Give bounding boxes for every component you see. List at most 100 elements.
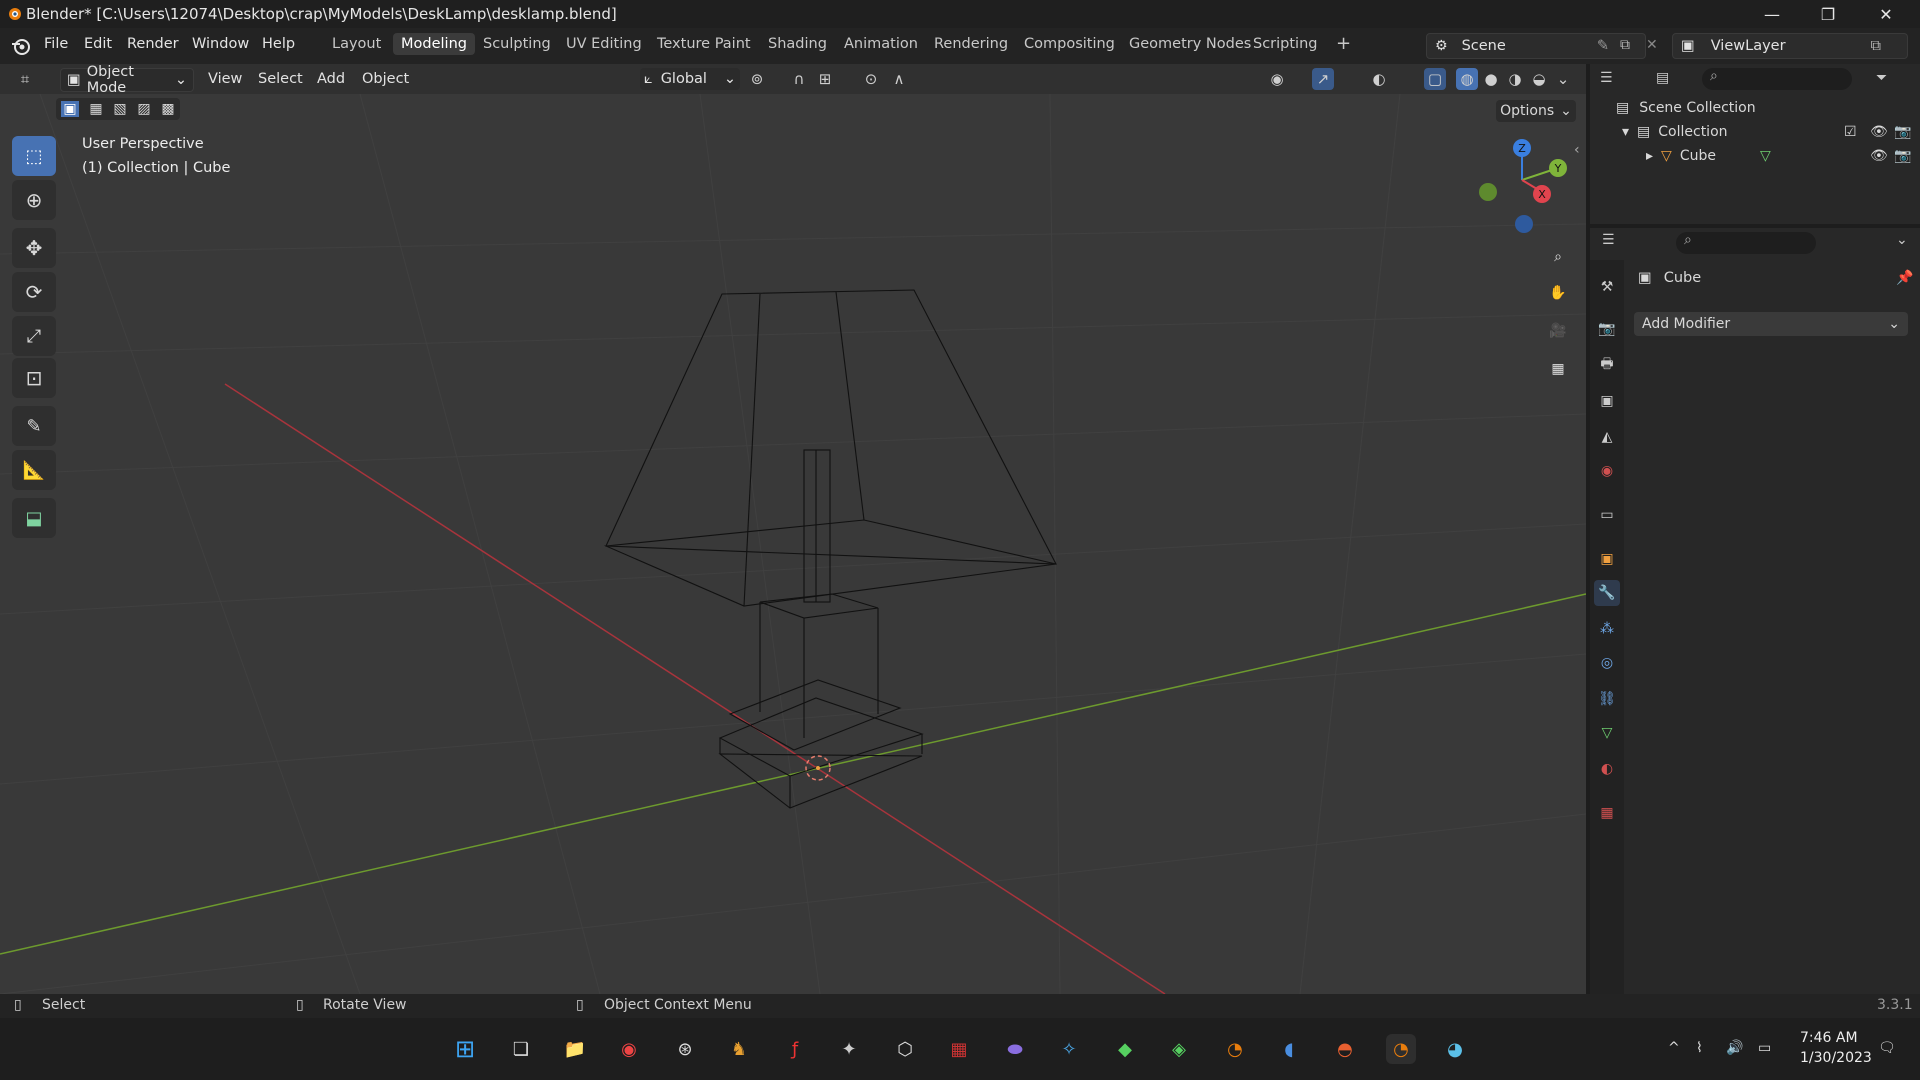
filter-icon[interactable]: ⏷ [1876,70,1887,86]
pin-icon[interactable]: 📌 [1896,270,1913,286]
maximize-button[interactable]: ❐ [1800,0,1856,28]
windows-start-icon[interactable]: ⊞ [450,1034,480,1064]
material-shading-icon[interactable]: ◑ [1504,68,1526,90]
proportional-editing-icon[interactable]: ⊙ [860,68,882,90]
menu-object[interactable]: Object [362,68,409,90]
menu-add[interactable]: Add [317,68,345,90]
menu-edit[interactable]: Edit [84,36,112,52]
tab-uv-editing[interactable]: UV Editing [566,36,642,52]
battery-icon[interactable]: ▭ [1758,1040,1771,1056]
mode-selector[interactable]: ▣ Object Mode ⌄ [60,64,194,96]
render-tab-icon[interactable]: 📷 [1594,316,1620,342]
falloff-icon[interactable]: ∧ [888,68,910,90]
wireframe-shading-icon[interactable]: ◍ [1456,68,1478,90]
new-view-layer-icon[interactable]: ⧉ [1871,38,1881,54]
chevron-down-icon[interactable]: ▾ [1622,124,1629,140]
task-view-icon[interactable]: ❏ [506,1034,536,1064]
annotate-tool[interactable]: ✎ [12,406,56,446]
tab-layout[interactable]: Layout [332,36,381,52]
view-layer-tab-icon[interactable]: ▣ [1594,388,1620,414]
texture-tab-icon[interactable]: ▦ [1594,800,1620,826]
cube-row[interactable]: ▸ ▽ Cube [1646,148,1716,164]
select-intersect-icon[interactable]: ▩ [161,101,174,117]
particles-tab-icon[interactable]: ⁂ [1594,616,1620,642]
tab-compositing[interactable]: Compositing [1024,36,1115,52]
select-invert-icon[interactable]: ▨ [137,101,150,117]
pivot-point-icon[interactable]: ⊚ [746,68,768,90]
sims-alt-icon[interactable]: ◈ [1164,1034,1194,1064]
controller-icon[interactable]: ⬬ [1000,1034,1030,1064]
tab-sculpting[interactable]: Sculpting [483,36,551,52]
properties-editor-icon[interactable]: ☰ [1602,232,1615,248]
visibility-icon[interactable]: ◉ [1266,68,1288,90]
collection-tab-icon[interactable]: ▭ [1594,502,1620,528]
outliner-search-input[interactable]: ⌕ [1702,68,1852,90]
output-tab-icon[interactable]: 🖶 [1594,352,1620,378]
overlay-toggle-icon[interactable]: ◐ [1368,68,1390,90]
eye-icon[interactable]: 👁 [1870,124,1888,140]
properties-search-input[interactable]: ⌕ [1676,232,1816,254]
constraints-tab-icon[interactable]: ⛓ [1594,686,1620,712]
add-cube-tool[interactable]: ⬓ [12,498,56,538]
steam-icon[interactable]: ⊛ [670,1034,700,1064]
scene-tab-icon[interactable]: ◭ [1594,424,1620,450]
outliner-editor-icon[interactable]: ☰ [1600,70,1613,86]
add-workspace-button[interactable]: + [1336,33,1351,54]
world-tab-icon[interactable]: ◉ [1594,458,1620,484]
select-box-tool[interactable]: ⬚ [12,136,56,176]
measure-tool[interactable]: 📐 [12,450,56,490]
game-launcher-icon[interactable]: ▦ [944,1034,974,1064]
modifier-tab-icon[interactable]: 🔧 [1594,580,1620,606]
file-explorer-icon[interactable]: 📁 [560,1034,590,1064]
pin-icon[interactable]: ✎ [1597,38,1609,54]
taskbar-date[interactable]: 1/30/2023 [1800,1050,1872,1066]
navigation-gizmo[interactable]: Z Y X [1470,132,1580,242]
rendered-shading-icon[interactable]: ◒ [1528,68,1550,90]
view-layer-selector[interactable]: ▣ ViewLayer ⧉ [1672,33,1908,59]
close-button[interactable]: ✕ [1858,0,1914,28]
menu-file[interactable]: File [44,36,68,52]
wifi-icon[interactable]: ⌇ [1696,1040,1703,1056]
collection-row[interactable]: ▾ ▤ Collection [1622,124,1728,140]
data-tab-icon[interactable]: ▽ [1594,720,1620,746]
scale-tool[interactable]: ⤢ [12,316,56,356]
object-tab-icon[interactable]: ▣ [1594,546,1620,572]
camera-icon[interactable]: 📷 [1894,148,1911,164]
transform-tool[interactable]: ⊡ [12,358,56,398]
unity-icon[interactable]: ⬡ [890,1034,920,1064]
game-icon[interactable]: ♞ [724,1034,754,1064]
minimize-button[interactable]: — [1744,0,1800,28]
pan-hand-icon[interactable]: ✋ [1541,276,1575,310]
display-mode-icon[interactable]: ▤ [1656,70,1669,86]
xray-toggle-icon[interactable]: ▢ [1424,68,1446,90]
app-icon[interactable]: ✦ [834,1034,864,1064]
tab-rendering[interactable]: Rendering [934,36,1008,52]
tab-modeling[interactable]: Modeling [393,33,475,55]
camera-icon[interactable]: 📷 [1894,124,1911,140]
physics-tab-icon[interactable]: ◎ [1594,650,1620,676]
ortho-grid-icon[interactable]: ▦ [1541,352,1575,386]
menu-select[interactable]: Select [258,68,303,90]
tab-animation[interactable]: Animation [844,36,918,52]
add-modifier-dropdown[interactable]: Add Modifier ⌄ [1634,312,1908,336]
select-extend-icon[interactable]: ▦ [89,101,102,117]
snap-target-icon[interactable]: ⊞ [814,68,836,90]
sims-icon[interactable]: ◆ [1110,1034,1140,1064]
zoom-icon[interactable]: ⌕ [1541,240,1575,274]
move-tool[interactable]: ✥ [12,228,56,268]
3d-viewport[interactable]: ▣ ▦ ▧ ▨ ▩ ⬚ ⊕ ✥ ⟳ ⤢ ⊡ ✎ 📐 ⬓ User Perspec… [0,94,1586,994]
tab-shading[interactable]: Shading [768,36,827,52]
menu-help[interactable]: Help [262,36,295,52]
blender-menu-icon[interactable] [10,36,32,60]
taskbar-time[interactable]: 7:46 AM [1800,1030,1858,1046]
bracket-app-icon[interactable]: ◖ [1274,1034,1304,1064]
flash-icon[interactable]: ƒ [780,1034,810,1064]
camera-view-icon[interactable]: 🎥 [1541,314,1575,348]
gizmo-toggle-icon[interactable]: ↗ [1312,68,1334,90]
chrome-icon[interactable]: ◉ [614,1034,644,1064]
tab-texture-paint[interactable]: Texture Paint [657,36,751,52]
select-mode-group[interactable]: ▣ ▦ ▧ ▨ ▩ [56,98,180,120]
blender-active-icon[interactable]: ◔ [1386,1034,1416,1064]
lamp-wireframe[interactable] [0,94,1586,994]
cursor-tool[interactable]: ⊕ [12,180,56,220]
